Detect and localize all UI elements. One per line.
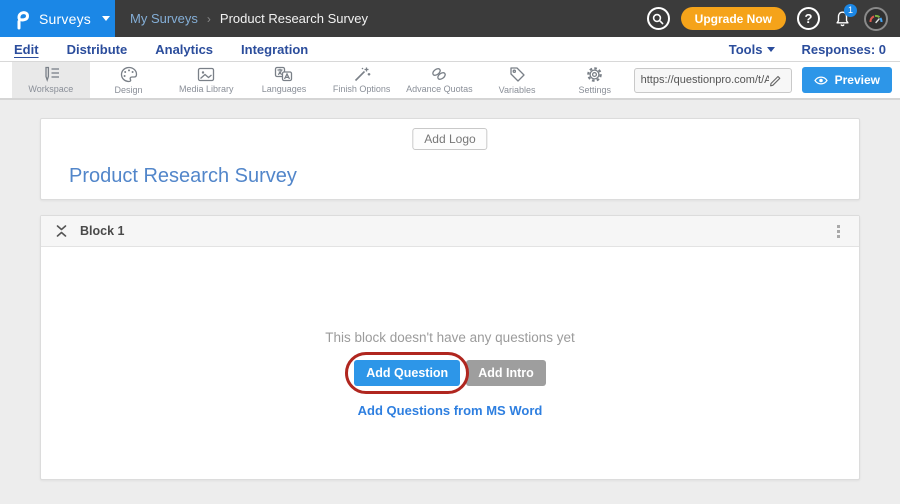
workspace-icon [41, 66, 61, 82]
tab-distribute[interactable]: Distribute [67, 42, 128, 57]
tab-label: Workspace [28, 84, 73, 94]
image-icon [197, 67, 215, 82]
notification-count-badge: 1 [844, 4, 857, 17]
tab-label: Design [115, 85, 143, 95]
preview-label: Preview [835, 73, 880, 87]
notifications-button[interactable]: 1 [831, 8, 853, 30]
chevron-down-icon [102, 16, 110, 21]
toolbar-tab-advance-quotas[interactable]: Advance Quotas [401, 62, 479, 98]
block-options-button[interactable] [833, 221, 844, 242]
tab-analytics[interactable]: Analytics [155, 42, 213, 57]
tab-label: Media Library [179, 84, 234, 94]
survey-nav: Edit Distribute Analytics Integration To… [0, 37, 900, 62]
editor-toolbar: Workspace Design Media Library [0, 62, 900, 100]
block-card: Block 1 This block doesn't have any ques… [40, 215, 860, 480]
app-switcher[interactable]: Surveys [0, 0, 115, 37]
toolbar-tab-finish-options[interactable]: Finish Options [323, 62, 401, 98]
survey-url-box [634, 68, 792, 93]
chevron-down-icon [767, 47, 775, 52]
breadcrumb-current: Product Research Survey [220, 11, 368, 26]
add-logo-button[interactable]: Add Logo [412, 128, 487, 150]
tab-edit[interactable]: Edit [14, 42, 39, 57]
gauge-avatar-icon [868, 12, 884, 26]
kebab-dot [837, 230, 840, 233]
questionpro-logo-icon [13, 8, 30, 30]
search-icon [652, 13, 664, 25]
add-intro-button[interactable]: Add Intro [466, 360, 546, 386]
translate-icon [274, 66, 293, 82]
user-avatar[interactable] [864, 7, 888, 31]
question-mark-icon: ? [805, 12, 813, 25]
toolbar-tab-workspace[interactable]: Workspace [12, 62, 90, 98]
preview-button[interactable]: Preview [802, 67, 892, 93]
kebab-dot [837, 225, 840, 228]
breadcrumb-my-surveys[interactable]: My Surveys [130, 11, 198, 26]
survey-title[interactable]: Product Research Survey [69, 165, 297, 188]
search-button[interactable] [647, 7, 670, 30]
toolbar-right: Preview [634, 62, 900, 98]
toolbar-tab-variables[interactable]: Variables [478, 62, 556, 98]
breadcrumb-separator: › [207, 12, 211, 26]
topbar: Surveys My Surveys › Product Research Su… [0, 0, 900, 37]
collapse-block-button[interactable] [56, 225, 67, 237]
survey-url-input[interactable] [641, 74, 769, 86]
main-content: Add Logo Product Research Survey Block 1… [0, 100, 900, 480]
eye-icon [814, 75, 828, 86]
tab-label: Variables [499, 85, 536, 95]
toolbar-tab-settings[interactable]: Settings [556, 62, 634, 98]
toolbar-tab-media-library[interactable]: Media Library [167, 62, 245, 98]
app-name: Surveys [39, 11, 91, 27]
tools-menu[interactable]: Tools [729, 42, 776, 57]
topbar-actions: Upgrade Now ? 1 [647, 7, 900, 31]
tools-label: Tools [729, 42, 763, 57]
edit-pencil-icon[interactable] [769, 74, 782, 87]
tab-integration[interactable]: Integration [241, 42, 308, 57]
block-body: This block doesn't have any questions ye… [41, 247, 859, 479]
tab-label: Languages [262, 84, 307, 94]
kebab-dot [837, 235, 840, 238]
magic-wand-icon [353, 66, 371, 82]
survey-header-card: Add Logo Product Research Survey [40, 118, 860, 200]
palette-icon [120, 66, 138, 83]
breadcrumb: My Surveys › Product Research Survey [130, 11, 368, 26]
nav-right: Tools Responses: 0 [729, 42, 886, 57]
upgrade-now-button[interactable]: Upgrade Now [681, 7, 786, 30]
block-header: Block 1 [41, 216, 859, 247]
tag-icon [509, 66, 526, 83]
toolbar-tab-languages[interactable]: Languages [245, 62, 323, 98]
tab-label: Advance Quotas [406, 84, 473, 94]
block-actions: Add Question Add Intro [354, 360, 546, 386]
add-questions-ms-word-link[interactable]: Add Questions from MS Word [358, 403, 543, 418]
tab-label: Settings [579, 85, 612, 95]
help-button[interactable]: ? [797, 7, 820, 30]
chain-link-icon [430, 66, 448, 82]
gear-icon [586, 66, 603, 83]
add-question-button[interactable]: Add Question [354, 360, 460, 386]
block-title: Block 1 [80, 224, 124, 238]
tab-label: Finish Options [333, 84, 391, 94]
toolbar-tab-design[interactable]: Design [90, 62, 168, 98]
responses-count[interactable]: Responses: 0 [801, 42, 886, 57]
empty-block-message: This block doesn't have any questions ye… [325, 330, 574, 345]
